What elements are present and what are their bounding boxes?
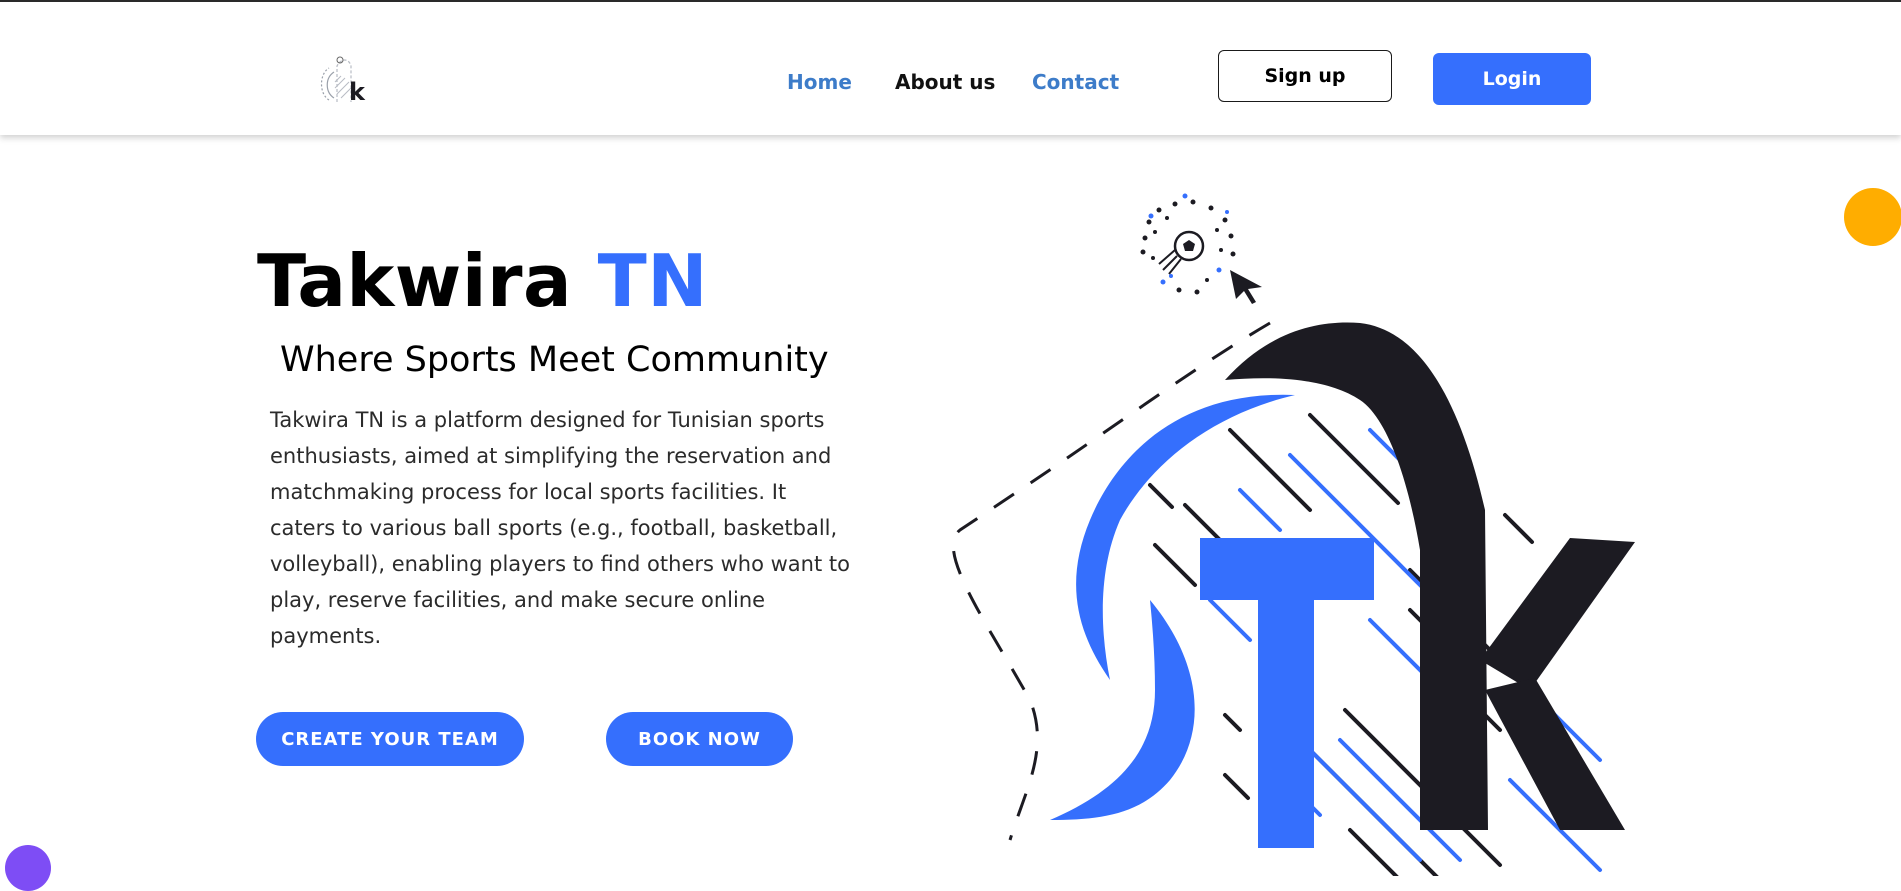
- decorative-purple-circle: [5, 845, 51, 891]
- hero-title: Takwira TN: [257, 236, 708, 326]
- signup-button[interactable]: Sign up: [1218, 50, 1392, 102]
- login-button[interactable]: Login: [1433, 53, 1591, 105]
- hero-illustration: [940, 190, 1640, 882]
- soccer-ball-icon: [1140, 193, 1236, 295]
- logo[interactable]: k: [315, 52, 375, 107]
- decorative-orange-circle: [1844, 188, 1901, 246]
- nav-contact-link[interactable]: Contact: [1032, 70, 1119, 94]
- tk-logo-illustration-icon: [951, 193, 1635, 882]
- nav-about-link[interactable]: About us: [895, 70, 995, 94]
- create-team-button[interactable]: CREATE YOUR TEAM: [256, 712, 524, 766]
- book-now-button[interactable]: BOOK NOW: [606, 712, 793, 766]
- hero-title-main: Takwira: [257, 239, 598, 323]
- nav-home-link[interactable]: Home: [787, 70, 852, 94]
- cursor-arrow-icon: [1230, 270, 1262, 304]
- tk-logo-icon: k: [320, 56, 366, 106]
- hero-description: Takwira TN is a platform designed for Tu…: [270, 408, 850, 648]
- hero-subtitle: Where Sports Meet Community: [280, 340, 829, 380]
- svg-text:k: k: [349, 78, 366, 106]
- navbar: k Home About us Contact Sign up Login: [0, 2, 1901, 135]
- hero-title-accent: TN: [597, 239, 709, 323]
